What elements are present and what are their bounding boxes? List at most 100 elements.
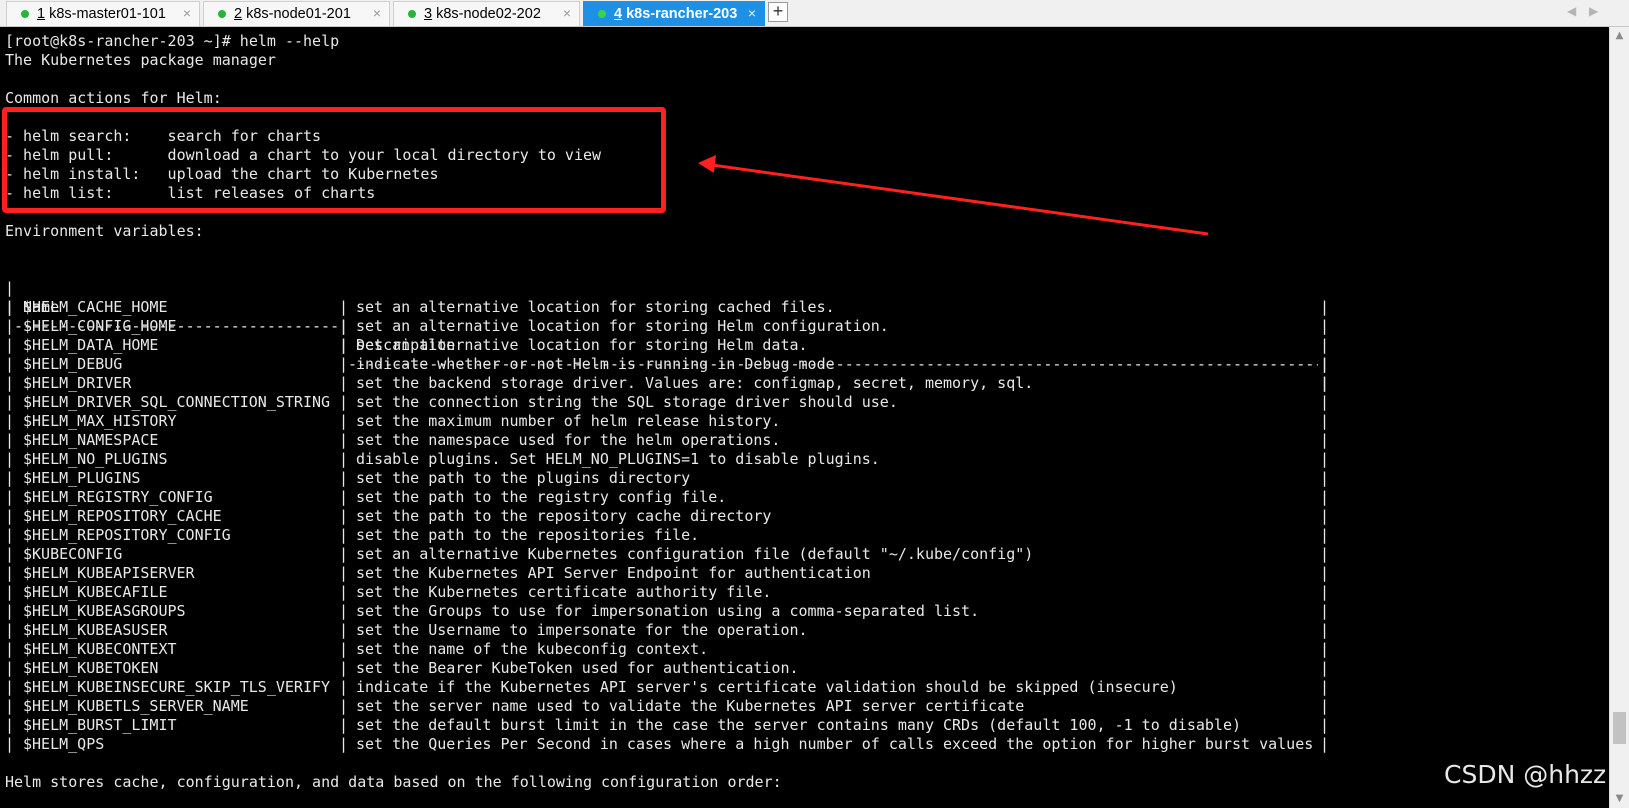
env-variable-description: set an alternative Kubernetes configurat… (356, 545, 1034, 563)
env-variable-name: $HELM_KUBEASUSER (23, 621, 168, 639)
session-tab-bar: 1 k8s-master01-101 × 2 k8s-node01-201 × … (0, 0, 1629, 27)
env-variable-name: $HELM_CONFIG_HOME (23, 317, 177, 335)
env-variable-name: $HELM_REGISTRY_CONFIG (23, 488, 213, 506)
env-variable-name: $HELM_KUBECONTEXT (23, 640, 177, 658)
env-variable-description: set the Username to impersonate for the … (356, 621, 808, 639)
env-variable-description: set the path to the registry config file… (356, 488, 727, 506)
table-row: | $HELM_BURST_LIMIT | set the default burst… (5, 716, 1330, 734)
table-row: | $HELM_PLUGINS | set the path to the plugi… (5, 469, 1330, 487)
config-order-line: Helm stores cache, configuration, and da… (5, 773, 782, 791)
env-variable-name: $KUBECONFIG (23, 545, 123, 563)
tab-close-icon[interactable]: × (563, 5, 571, 21)
env-variable-name: $HELM_QPS (23, 735, 105, 753)
terminal-output[interactable]: [root@k8s-rancher-203 ~]# helm --help Th… (0, 27, 1609, 808)
env-variable-description: set the Bearer KubeToken used for authen… (356, 659, 799, 677)
env-variable-description: set the maximum number of helm release h… (356, 412, 781, 430)
env-variable-description: set the name of the kubeconfig context. (356, 640, 709, 658)
env-variable-name: $HELM_REPOSITORY_CONFIG (23, 526, 231, 544)
tab-close-icon[interactable]: × (373, 5, 381, 21)
env-variable-description: set the connection string the SQL storag… (356, 393, 898, 411)
table-row: | $HELM_DRIVER | set the backend storage dr… (5, 374, 1330, 392)
env-variable-name: $HELM_REPOSITORY_CACHE (23, 507, 222, 525)
env-variable-description: set the Queries Per Second in cases wher… (356, 735, 1314, 753)
env-variable-description: set an alternative location for storing … (356, 317, 889, 335)
tab-close-icon[interactable]: × (183, 5, 191, 21)
terminal-app-window: 1 k8s-master01-101 × 2 k8s-node01-201 × … (0, 0, 1629, 808)
table-row: | $HELM_KUBEINSECURE_SKIP_TLS_VERIFY | indi… (5, 678, 1330, 696)
env-variable-description: set the path to the repositories file. (356, 526, 700, 544)
env-variable-description: set the default burst limit in the case … (356, 716, 1242, 734)
scroll-down-icon[interactable]: ▼ (1610, 790, 1629, 808)
env-variable-name: $HELM_DEBUG (23, 355, 123, 373)
connected-status-icon (408, 10, 416, 18)
env-variables-header: Environment variables: (5, 222, 204, 240)
env-variable-description: set the Kubernetes API Server Endpoint f… (356, 564, 871, 582)
table-row: | $HELM_REGISTRY_CONFIG | set the path to t… (5, 488, 1330, 506)
table-row: | $HELM_KUBEASUSER | set the Username to im… (5, 621, 1330, 639)
scrollbar-thumb[interactable] (1613, 712, 1626, 744)
tab-label: k8s-rancher-203 (626, 6, 738, 22)
env-variable-description: set an alternative location for storing … (356, 336, 808, 354)
env-variable-name: $HELM_PLUGINS (23, 469, 141, 487)
env-variable-description: set the path to the plugins directory (356, 469, 691, 487)
tab-k8s-master01-101[interactable]: 1 k8s-master01-101 × (6, 1, 200, 26)
table-row: | $HELM_REPOSITORY_CACHE | set the path to … (5, 507, 1330, 525)
env-variable-description: disable plugins. Set HELM_NO_PLUGINS=1 t… (356, 450, 880, 468)
common-action-line: - helm install: upload the chart to Kube… (5, 165, 439, 183)
common-actions-header: Common actions for Helm: (5, 89, 222, 107)
env-variable-name: $HELM_KUBETOKEN (23, 659, 159, 677)
tab-number: 4 (614, 6, 623, 22)
table-separator-row: | --------------------------------------… (5, 298, 1330, 392)
new-tab-button[interactable]: + (768, 2, 788, 22)
env-variable-description: set the path to the repository cache dir… (356, 507, 772, 525)
tab-number: 3 (424, 6, 433, 22)
help-tagline: The Kubernetes package manager (5, 51, 276, 69)
common-action-line: - helm list: list releases of charts (5, 184, 376, 202)
env-variable-name: $HELM_KUBEINSECURE_SKIP_TLS_VERIFY (23, 678, 331, 696)
env-variable-description: set the namespace used for the helm oper… (356, 431, 781, 449)
tab-k8s-rancher-203[interactable]: 4 k8s-rancher-203 × (583, 1, 765, 26)
table-row: | $HELM_KUBEASGROUPS | set the Groups to us… (5, 602, 1330, 620)
connected-status-icon (218, 10, 226, 18)
table-row: | $HELM_NO_PLUGINS | disable plugins. Set H… (5, 450, 1330, 468)
env-variable-description: indicate whether or not Helm is running … (356, 355, 835, 373)
env-variable-name: $HELM_MAX_HISTORY (23, 412, 177, 430)
table-row: | $HELM_CONFIG_HOME | set an alternative lo… (5, 317, 1330, 335)
table-row: | $HELM_CACHE_HOME | set an alternative loc… (5, 298, 1330, 316)
env-variable-description: set the Kubernetes certificate authority… (356, 583, 772, 601)
table-row: | $HELM_KUBETLS_SERVER_NAME | set the serve… (5, 697, 1330, 715)
table-row: | $HELM_DEBUG | indicate whether or not Hel… (5, 355, 1330, 373)
env-variable-description: set an alternative location for storing … (356, 298, 835, 316)
tab-close-icon[interactable]: × (748, 5, 756, 21)
tab-label: k8s-node02-202 (436, 6, 541, 22)
env-variable-description: set the backend storage driver. Values a… (356, 374, 1034, 392)
env-variable-name: $HELM_KUBEAPISERVER (23, 564, 195, 582)
env-variable-description: set the Groups to use for impersonation … (356, 602, 980, 620)
env-variable-name: $HELM_DRIVER_SQL_CONNECTION_STRING (23, 393, 331, 411)
connected-status-icon (21, 10, 29, 18)
table-row: | $HELM_QPS | set the Queries Per Second in… (5, 735, 1330, 753)
table-row: | $HELM_KUBEAPISERVER | set the Kubernetes … (5, 564, 1330, 582)
table-row: | $HELM_KUBETOKEN | set the Bearer KubeToke… (5, 659, 1330, 677)
tab-scroll-right-icon[interactable]: ▶ (1589, 4, 1598, 18)
tab-scroll-left-icon[interactable]: ◀ (1567, 4, 1576, 18)
scroll-up-icon[interactable]: ▲ (1610, 27, 1629, 45)
env-variable-name: $HELM_KUBEASGROUPS (23, 602, 186, 620)
table-row: | $HELM_KUBECAFILE | set the Kubernetes cer… (5, 583, 1330, 601)
env-variable-description: set the server name used to validate the… (356, 697, 1025, 715)
env-variable-name: $HELM_CACHE_HOME (23, 298, 168, 316)
env-variable-name: $HELM_KUBETLS_SERVER_NAME (23, 697, 249, 715)
tab-k8s-node02-202[interactable]: 3 k8s-node02-202 × (393, 1, 580, 26)
tab-k8s-node01-201[interactable]: 2 k8s-node01-201 × (203, 1, 390, 26)
table-row: | $HELM_MAX_HISTORY | set the maximum numbe… (5, 412, 1330, 430)
common-action-line: - helm pull: download a chart to your lo… (5, 146, 602, 164)
env-variable-name: $HELM_KUBECAFILE (23, 583, 168, 601)
env-variable-name: $HELM_DATA_HOME (23, 336, 159, 354)
tab-label: k8s-master01-101 (49, 6, 166, 22)
terminal-scrollbar[interactable]: ▲ ▼ (1609, 27, 1629, 808)
table-row: | $HELM_DRIVER_SQL_CONNECTION_STRING | set … (5, 393, 1330, 411)
connected-status-icon (598, 10, 606, 18)
env-variable-name: $HELM_BURST_LIMIT (23, 716, 177, 734)
table-row: | $KUBECONFIG | set an alternative Kubernet… (5, 545, 1330, 563)
table-row: | $HELM_KUBECONTEXT | set the name of the k… (5, 640, 1330, 658)
